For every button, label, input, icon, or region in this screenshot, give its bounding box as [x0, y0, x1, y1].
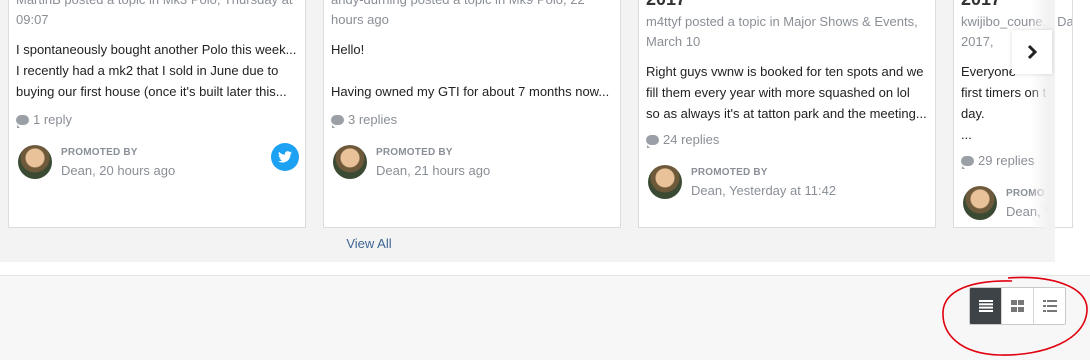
comment-icon: [646, 135, 659, 148]
promoted-label: PROMOTED BY: [691, 167, 768, 178]
comment-icon: [961, 156, 974, 169]
reply-count-label: 29 replies: [978, 153, 1035, 168]
card-meta[interactable]: MartinB posted a topic in Mk3 Polo, Thur…: [16, 0, 297, 30]
promoted-card[interactable]: 2017 m4ttyf posted a topic in Major Show…: [638, 0, 936, 228]
reply-count: 1 reply: [16, 111, 72, 129]
promoted-by: Dean, 20 hours ago: [61, 163, 176, 178]
view-all-link[interactable]: View All: [0, 236, 738, 251]
reply-count-label: 3 replies: [348, 112, 398, 127]
promoted-card[interactable]: MartinB posted a topic in Mk3 Polo, Thur…: [8, 0, 306, 228]
card-title[interactable]: 2017: [961, 0, 1001, 9]
promoted-by: Dean, 21 hours ago: [376, 163, 491, 178]
avatar[interactable]: [333, 145, 367, 179]
reply-count: 29 replies: [961, 152, 1034, 170]
promoted-card[interactable]: andy-durning posted a topic in Mk9 Polo,…: [323, 0, 621, 228]
card-meta[interactable]: m4ttyf posted a topic in Major Shows & E…: [646, 12, 927, 52]
chevron-right-icon: [1027, 44, 1038, 60]
reply-count-label: 1 reply: [33, 112, 73, 127]
card-excerpt: Hello! Having owned my GTI for about 7 m…: [331, 42, 610, 99]
carousel-next-button[interactable]: [1012, 30, 1052, 74]
twitter-icon: [278, 151, 292, 163]
avatar[interactable]: [963, 186, 997, 220]
twitter-share-button[interactable]: [271, 143, 299, 171]
avatar[interactable]: [18, 145, 52, 179]
card-title[interactable]: 2017: [646, 0, 686, 9]
reply-count: 3 replies: [331, 111, 397, 129]
avatar[interactable]: [648, 165, 682, 199]
comment-icon: [331, 115, 344, 128]
card-meta[interactable]: andy-durning posted a topic in Mk9 Polo,…: [331, 0, 612, 30]
promoted-label: PROMOTED BY: [61, 147, 138, 158]
card-excerpt: Right guys vwnw is booked for ten spots …: [646, 64, 927, 121]
annotation-circle: [942, 276, 1088, 356]
card-excerpt: I spontaneously bought another Polo this…: [16, 42, 297, 99]
promoted-label: PROMOTED BY: [376, 147, 453, 158]
promoted-by: Dean, Yesterday at 11:42: [691, 183, 837, 198]
page-footer-bar: [0, 276, 1090, 360]
comment-icon: [16, 115, 29, 128]
reply-count-label: 24 replies: [663, 132, 720, 147]
reply-count: 24 replies: [646, 131, 719, 149]
